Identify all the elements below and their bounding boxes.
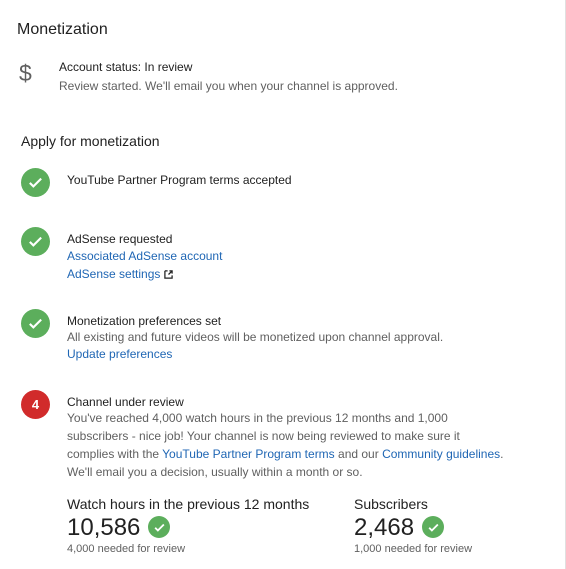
subscribers-requirement: 1,000 needed for review: [354, 543, 473, 555]
review-text: and our: [334, 447, 383, 461]
step-review-title: Channel under review: [67, 395, 184, 409]
apply-section-title: Apply for monetization: [21, 133, 160, 149]
step-preferences-title: Monetization preferences set: [67, 314, 222, 328]
step-number-badge: 4: [21, 390, 50, 419]
dollar-icon: $: [19, 60, 32, 86]
watch-hours-label: Watch hours in the previous 12 months: [67, 496, 310, 512]
check-icon: [148, 516, 170, 538]
check-icon: [21, 168, 50, 197]
adsense-settings-link[interactable]: AdSense settings: [67, 267, 174, 282]
ypp-terms-link[interactable]: YouTube Partner Program terms: [162, 447, 335, 461]
check-icon: [422, 516, 444, 538]
step-review-description: You've reached 4,000 watch hours in the …: [67, 409, 507, 481]
adsense-settings-label[interactable]: AdSense settings: [67, 267, 160, 281]
step-adsense-title: AdSense requested: [67, 232, 173, 246]
page-title: Monetization: [17, 21, 108, 38]
step-terms-title: YouTube Partner Program terms accepted: [67, 173, 292, 187]
account-status-description: Review started. We'll email you when you…: [59, 79, 398, 93]
check-icon: [21, 227, 50, 256]
account-status-title: Account status: In review: [59, 60, 193, 74]
update-preferences-link[interactable]: Update preferences: [67, 347, 172, 361]
check-icon: [21, 309, 50, 338]
community-guidelines-link[interactable]: Community guidelines: [382, 447, 500, 461]
external-link-icon: [164, 268, 174, 282]
step-preferences-description: All existing and future videos will be m…: [67, 330, 444, 344]
subscribers-label: Subscribers: [354, 496, 428, 512]
watch-hours-requirement: 4,000 needed for review: [67, 543, 186, 555]
watch-hours-value: 10,586: [67, 514, 141, 541]
associated-adsense-link[interactable]: Associated AdSense account: [67, 249, 222, 263]
subscribers-value: 2,468: [354, 514, 415, 541]
